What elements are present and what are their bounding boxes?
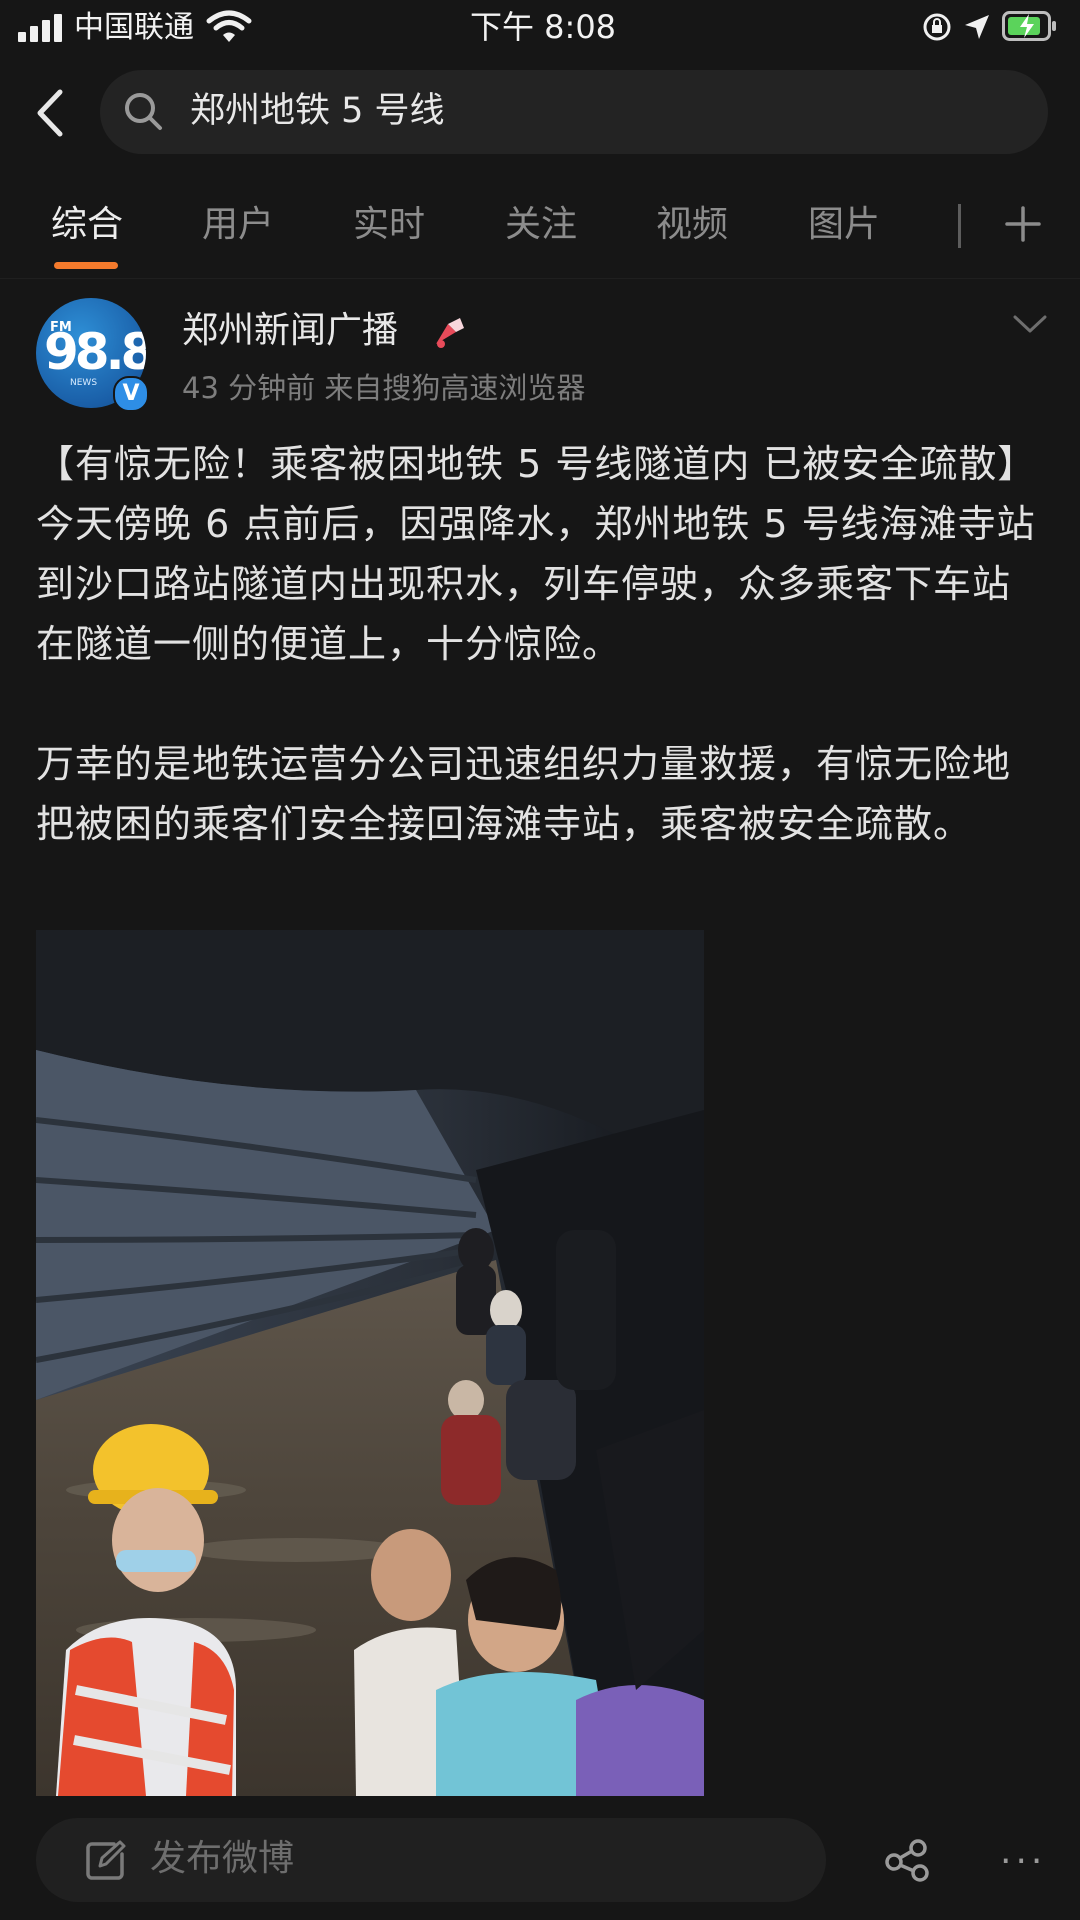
avatar-news-label: NEWS bbox=[70, 378, 98, 388]
status-time: 下午 8:08 bbox=[470, 8, 617, 46]
tab-images[interactable]: 图片 bbox=[808, 200, 880, 250]
carrier-label: 中国联通 bbox=[74, 10, 194, 45]
avatar-frequency: 98.8 bbox=[44, 323, 146, 381]
share-icon[interactable] bbox=[884, 1838, 932, 1882]
signal-icon bbox=[18, 14, 64, 42]
post-paragraph-2: 万幸的是地铁运营分公司迅速组织力量救援，有惊无险地把被困的乘客们安全接回海滩寺站… bbox=[36, 742, 1012, 846]
tab-divider bbox=[0, 278, 1080, 279]
compose-placeholder[interactable]: 发布微博 bbox=[150, 1834, 294, 1884]
edit-icon bbox=[86, 1840, 126, 1880]
active-tab-indicator bbox=[54, 262, 118, 269]
post-meta: 43 分钟前 来自搜狗高速浏览器 bbox=[182, 371, 586, 405]
more-options-icon[interactable]: ··· bbox=[1000, 1842, 1046, 1882]
tab-realtime[interactable]: 实时 bbox=[353, 200, 425, 250]
back-button[interactable] bbox=[32, 88, 68, 138]
post-image[interactable] bbox=[36, 930, 704, 1796]
add-tab-icon[interactable] bbox=[1003, 200, 1043, 248]
wifi-icon bbox=[206, 10, 252, 42]
chevron-down-icon[interactable] bbox=[1012, 312, 1048, 336]
status-bar: 中国联通 下午 8:08 bbox=[0, 0, 1080, 56]
fan-badge-icon bbox=[436, 318, 464, 348]
search-query[interactable]: 郑州地铁 5 号线 bbox=[190, 86, 445, 136]
location-icon bbox=[965, 15, 989, 39]
post-paragraph-1: 【有惊无险！乘客被困地铁 5 号线隧道内 已被安全疏散】今天傍晚 6 点前后，因… bbox=[36, 442, 1036, 666]
orientation-lock-icon bbox=[923, 13, 951, 41]
tab-comprehensive[interactable]: 综合 bbox=[51, 200, 123, 250]
search-icon bbox=[125, 93, 162, 130]
tab-users[interactable]: 用户 bbox=[202, 200, 274, 250]
tab-video[interactable]: 视频 bbox=[656, 200, 728, 250]
battery-icon bbox=[1002, 11, 1056, 41]
verified-icon: V bbox=[113, 376, 149, 412]
author-name[interactable]: 郑州新闻广播 bbox=[182, 306, 398, 356]
tab-following[interactable]: 关注 bbox=[505, 200, 577, 250]
tab-overflow-fragment bbox=[958, 204, 972, 248]
